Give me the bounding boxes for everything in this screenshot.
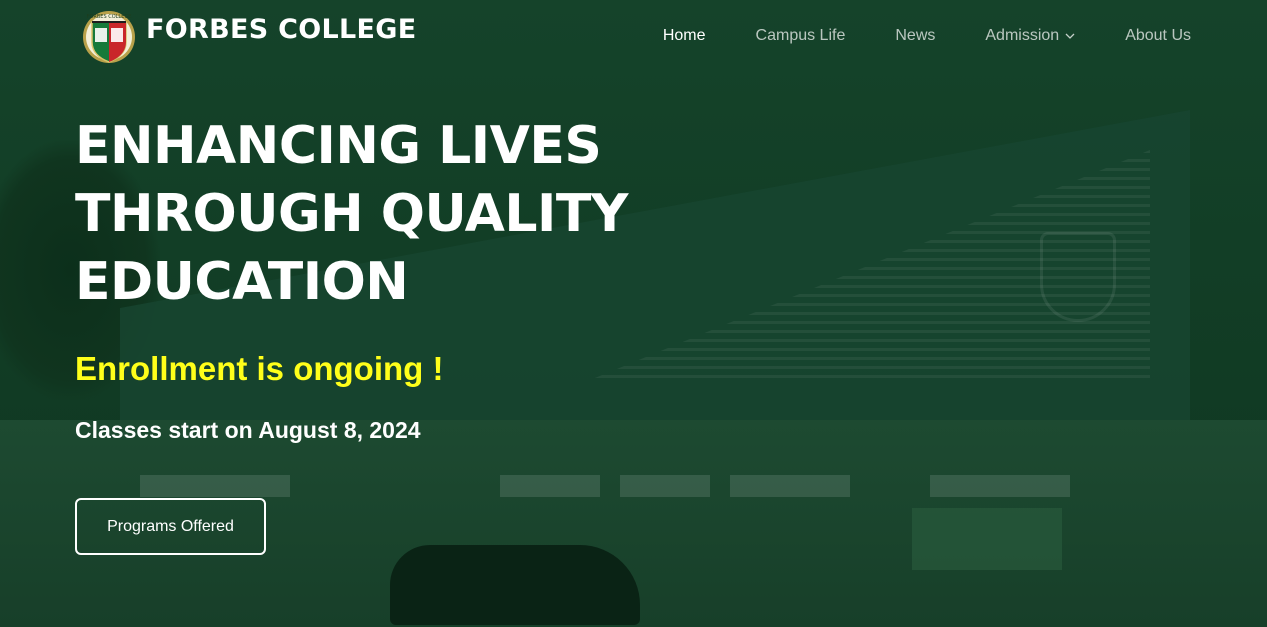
nav-item-admission[interactable]: Admission [985, 27, 1075, 45]
logo-text: FORBES COLLEGE [87, 14, 132, 20]
background-car [390, 545, 640, 625]
main-nav: Home Campus Life News Admission About Us [613, 27, 1191, 45]
background-sign-board [912, 508, 1062, 570]
nav-item-label: News [895, 27, 936, 44]
classes-start-date: Classes start on August 8, 2024 [75, 417, 421, 443]
nav-item-label: Home [662, 27, 706, 44]
brand-name[interactable]: FORBES COLLEGE [146, 14, 416, 45]
programs-offered-button[interactable]: Programs Offered [75, 498, 266, 555]
school-crest-icon: FORBES COLLEGE [83, 11, 135, 63]
site-header: FORBES COLLEGE FORBES COLLEGE Home Campu… [0, 0, 1267, 72]
nav-item-label: About Us [1125, 27, 1191, 44]
background-window [500, 475, 600, 497]
nav-item-campus-life[interactable]: Campus Life [756, 27, 846, 45]
hero-headline-line: EDUCATION [75, 252, 409, 312]
nav-item-label: Campus Life [755, 27, 846, 44]
chevron-down-icon [1065, 33, 1075, 39]
nav-item-home[interactable]: Home [663, 27, 706, 45]
background-window [140, 475, 290, 497]
hero-headline-line: THROUGH QUALITY [75, 184, 628, 244]
background-building-crest [1040, 232, 1116, 322]
background-window [930, 475, 1070, 497]
nav-item-about-us[interactable]: About Us [1125, 27, 1191, 45]
school-crest-logo[interactable]: FORBES COLLEGE [82, 8, 136, 66]
enrollment-notice: Enrollment is ongoing ! [75, 350, 444, 387]
nav-item-news[interactable]: News [895, 27, 935, 45]
background-window [730, 475, 850, 497]
background-window [620, 475, 710, 497]
nav-item-label: Admission [985, 27, 1060, 44]
hero-headline-line: ENHANCING LIVES [75, 116, 602, 176]
hero-headline: ENHANCING LIVES THROUGH QUALITY EDUCATIO… [75, 112, 675, 316]
